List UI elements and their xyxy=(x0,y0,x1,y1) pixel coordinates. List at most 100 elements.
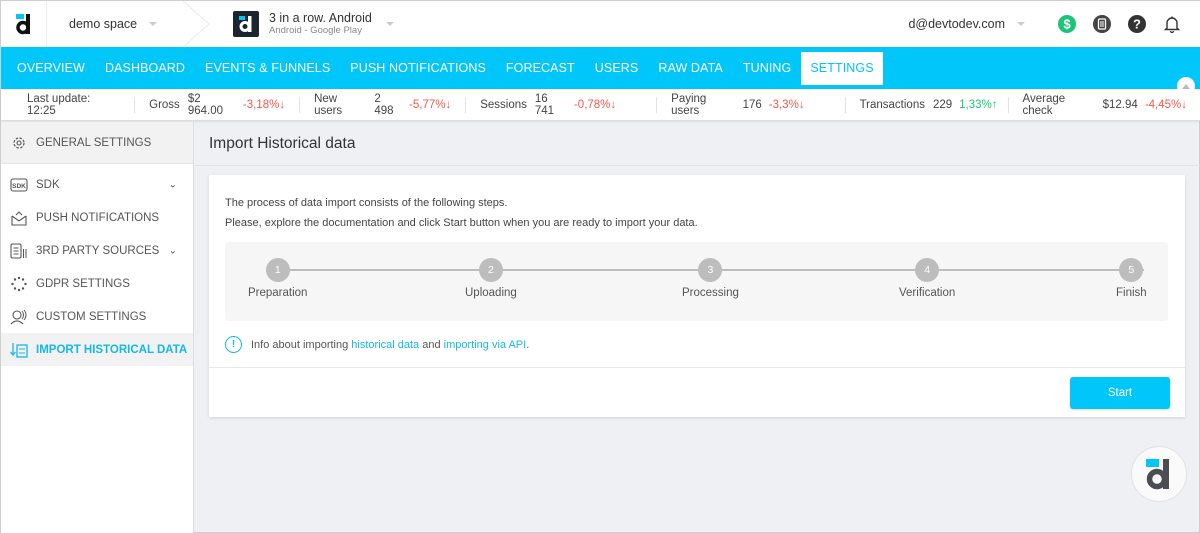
nav-overview[interactable]: OVERVIEW xyxy=(7,47,95,89)
app-selector[interactable]: 3 in a row. Android Android - Google Pla… xyxy=(197,1,394,47)
users-icon xyxy=(10,308,28,326)
step-verification: 4 Verification xyxy=(899,258,955,299)
chevron-down-icon xyxy=(1017,22,1025,26)
step-label: Uploading xyxy=(465,287,517,299)
nav-raw-data[interactable]: RAW DATA xyxy=(648,47,732,89)
settings-sidebar: GENERAL SETTINGS SDK SDK ⌄ PUSH NOTIFICA… xyxy=(1,122,194,533)
user-email: d@devtodev.com xyxy=(908,17,1005,31)
app-platform: Android - Google Play xyxy=(269,25,362,36)
sources-icon xyxy=(10,242,28,260)
page-title: Import Historical data xyxy=(195,122,1200,166)
nav-tuning[interactable]: TUNING xyxy=(733,47,802,89)
docs-icon[interactable] xyxy=(1091,13,1113,35)
step-preparation: 1 Preparation xyxy=(248,258,307,299)
stat-change: 1,33% xyxy=(959,98,992,111)
user-menu[interactable]: d@devtodev.com xyxy=(908,17,1025,31)
arrow-down-icon: ↓ xyxy=(798,98,805,111)
sidebar-item-label: 3RD PARTY SOURCES xyxy=(36,244,160,257)
help-icon[interactable]: ? xyxy=(1126,13,1148,35)
envelope-icon xyxy=(10,209,28,227)
sidebar-item-custom-settings[interactable]: CUSTOM SETTINGS xyxy=(1,300,193,333)
stat-paying-users: Paying users 176 -3,3% ↓ xyxy=(656,93,844,117)
stat-label: Average check xyxy=(1022,92,1066,117)
arrow-down-icon: ↓ xyxy=(610,98,617,111)
sidebar-item-general-settings[interactable]: GENERAL SETTINGS xyxy=(1,122,193,164)
step-label: Verification xyxy=(899,287,956,299)
intro-line-2: Please, explore the documentation and cl… xyxy=(225,217,698,229)
chevron-down-icon xyxy=(149,22,158,26)
sdk-icon: SDK xyxy=(10,176,28,194)
stat-change: -5,77% xyxy=(409,98,446,111)
arrow-down-icon: ↓ xyxy=(1181,98,1187,111)
sidebar-item-label: PUSH NOTIFICATIONS xyxy=(36,211,160,224)
stat-label: Sessions xyxy=(480,98,527,111)
start-button[interactable]: Start xyxy=(1070,377,1170,409)
stat-sessions: Sessions 16 741 -0,78% ↓ xyxy=(465,93,656,117)
divider xyxy=(209,367,1185,368)
devtodev-chat-button[interactable] xyxy=(1131,446,1187,502)
chevron-down-icon: ⌄ xyxy=(168,179,177,190)
nav-users[interactable]: USERS xyxy=(585,47,649,89)
sidebar-item-push-notifications[interactable]: PUSH NOTIFICATIONS xyxy=(1,201,193,234)
nav-push-notifications[interactable]: PUSH NOTIFICATIONS xyxy=(340,47,496,89)
step-number: 4 xyxy=(915,258,940,282)
chevron-up-icon xyxy=(1182,83,1190,89)
svg-text:SDK: SDK xyxy=(12,183,26,190)
info-line: ! Info about importing historical data a… xyxy=(225,336,529,353)
top-bar: demo space 3 in a row. Android Android -… xyxy=(1,1,1200,47)
info-icon: ! xyxy=(225,336,242,353)
step-label: Finish xyxy=(1116,287,1147,299)
stat-change: -3,3% xyxy=(768,98,799,111)
space-selector[interactable]: demo space xyxy=(47,1,210,47)
stat-value: $2 964.00 xyxy=(187,92,223,117)
last-update-text: Last update: 12:25 xyxy=(27,92,91,117)
info-text: . xyxy=(526,338,530,351)
chevron-down-icon: ⌄ xyxy=(168,245,177,256)
sidebar-item-label: IMPORT HISTORICAL DATA xyxy=(36,343,188,356)
stat-change: -4,45% xyxy=(1144,98,1182,111)
intro-line-1: The process of data import consists of t… xyxy=(225,197,508,209)
sidebar-item-label: CUSTOM SETTINGS xyxy=(36,310,147,323)
import-card: The process of data import consists of t… xyxy=(209,175,1185,417)
stat-value: 229 xyxy=(932,98,953,111)
info-text: Info about importing xyxy=(251,338,352,351)
importing-via-api-link[interactable]: importing via API xyxy=(444,339,527,351)
sidebar-item-label: SDK xyxy=(36,178,60,191)
chevron-down-icon xyxy=(385,22,394,26)
nav-dashboard[interactable]: DASHBOARD xyxy=(95,47,195,89)
step-number: 1 xyxy=(265,258,290,282)
step-number: 5 xyxy=(1119,258,1144,282)
svg-text:$: $ xyxy=(1063,17,1071,32)
stat-label: Paying users xyxy=(671,92,707,117)
arrow-down-icon: ↓ xyxy=(445,98,452,111)
step-label: Preparation xyxy=(248,287,308,299)
stats-bar: Last update: 12:25 Gross $2 964.00 -3,18… xyxy=(1,89,1200,121)
import-icon xyxy=(10,341,28,359)
arrow-up-icon: ↑ xyxy=(991,98,998,111)
nav-forecast[interactable]: FORECAST xyxy=(496,47,585,89)
info-text: and xyxy=(419,338,444,351)
stat-value: $12.94 xyxy=(1102,98,1138,111)
devtodev-logo[interactable] xyxy=(1,1,47,47)
main-nav: OVERVIEW DASHBOARD EVENTS & FUNNELS PUSH… xyxy=(1,47,1200,95)
stat-value: 16 741 xyxy=(534,92,555,117)
stat-label: Transactions xyxy=(859,98,925,111)
bell-icon[interactable] xyxy=(1161,13,1183,35)
nav-events-funnels[interactable]: EVENTS & FUNNELS xyxy=(195,47,340,89)
stat-label: Gross xyxy=(149,98,180,111)
stat-change: -0,78% xyxy=(573,98,611,111)
nav-settings[interactable]: SETTINGS xyxy=(801,51,883,85)
step-number: 3 xyxy=(698,258,723,282)
sidebar-item-gdpr-settings[interactable]: GDPR SETTINGS xyxy=(1,267,193,300)
sidebar-item-3rd-party-sources[interactable]: 3RD PARTY SOURCES ⌄ xyxy=(1,234,193,267)
sidebar-item-import-historical-data[interactable]: IMPORT HISTORICAL DATA xyxy=(1,333,193,366)
sidebar-item-label: GENERAL SETTINGS xyxy=(36,136,152,149)
devtodev-logo-icon xyxy=(1146,459,1169,490)
step-label: Processing xyxy=(682,287,739,299)
stat-average-check: Average check $12.94 -4,45% ↓ xyxy=(1007,93,1200,117)
stat-label: New users xyxy=(314,92,343,117)
billing-dollar-icon[interactable]: $ xyxy=(1056,13,1078,35)
app-icon xyxy=(233,11,259,37)
historical-data-link[interactable]: historical data xyxy=(351,339,419,351)
sidebar-item-sdk[interactable]: SDK SDK ⌄ xyxy=(1,168,193,201)
